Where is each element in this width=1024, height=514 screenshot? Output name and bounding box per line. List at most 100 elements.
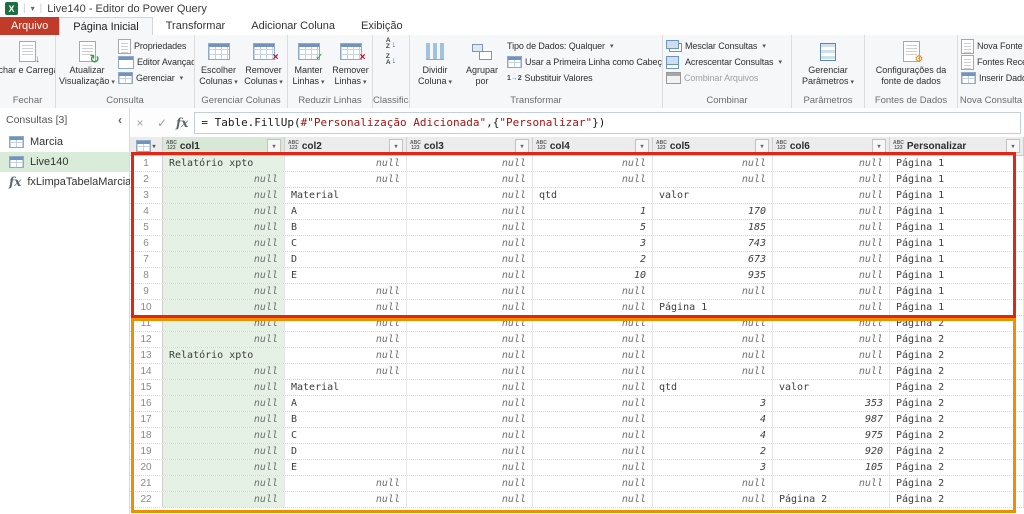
cell[interactable]: null [533, 444, 653, 459]
cell[interactable]: null [163, 444, 285, 459]
gerenciar-parametros-button[interactable]: Gerenciar Parâmetros ▾ [797, 37, 859, 87]
cell[interactable]: null [407, 204, 533, 219]
cell[interactable]: null [163, 252, 285, 267]
cell[interactable]: 3 [653, 396, 773, 411]
cell[interactable]: null [773, 172, 890, 187]
mesclar-consultas-button[interactable]: Mesclar Consultas ▾ [666, 39, 782, 53]
cell[interactable]: Página 2 [890, 476, 1024, 491]
cell[interactable]: null [533, 428, 653, 443]
collapse-pane-icon[interactable]: ‹ [118, 113, 122, 127]
fontes-recentes-button[interactable]: Fontes Recentes [961, 54, 1024, 70]
tab-adicionar-coluna[interactable]: Adicionar Coluna [238, 17, 348, 35]
cell[interactable]: null [653, 172, 773, 187]
row-number[interactable]: 19 [130, 444, 163, 459]
cell[interactable]: null [407, 188, 533, 203]
row-number[interactable]: 2 [130, 172, 163, 187]
cell[interactable]: null [773, 364, 890, 379]
column-type-icon[interactable]: ABC 123 [536, 140, 547, 152]
row-number[interactable]: 13 [130, 348, 163, 363]
row-number[interactable]: 10 [130, 300, 163, 315]
tab-transformar[interactable]: Transformar [153, 17, 239, 35]
cell[interactable]: Página 1 [653, 300, 773, 315]
cell[interactable]: null [407, 444, 533, 459]
cell[interactable]: Página 1 [890, 204, 1024, 219]
cell[interactable]: null [163, 268, 285, 283]
cell[interactable]: null [653, 476, 773, 491]
cell[interactable]: null [163, 332, 285, 347]
cell[interactable]: null [533, 156, 653, 171]
cell[interactable]: A [285, 204, 407, 219]
cell[interactable]: null [533, 316, 653, 331]
filter-dropdown-icon[interactable]: ▾ [389, 139, 403, 153]
cell[interactable]: 185 [653, 220, 773, 235]
row-number[interactable]: 16 [130, 396, 163, 411]
remover-linhas-button[interactable]: × Remover Linhas ▾ [331, 37, 371, 87]
row-number[interactable]: 18 [130, 428, 163, 443]
row-number[interactable]: 11 [130, 316, 163, 331]
cell[interactable]: Página 1 [890, 284, 1024, 299]
cell[interactable]: null [773, 284, 890, 299]
cell[interactable]: null [533, 380, 653, 395]
cell[interactable]: Material [285, 188, 407, 203]
column-header-col3[interactable]: ABC 123 col3 ▾ [407, 137, 533, 155]
cell[interactable]: null [773, 348, 890, 363]
cell[interactable]: 105 [773, 460, 890, 475]
cancel-formula-icon[interactable]: × [132, 116, 148, 130]
cell[interactable]: Página 2 [890, 492, 1024, 507]
cell[interactable]: Relatório xpto [163, 348, 285, 363]
filter-dropdown-icon[interactable]: ▾ [635, 139, 649, 153]
cell[interactable]: null [653, 364, 773, 379]
cell[interactable]: null [163, 492, 285, 507]
cell[interactable]: C [285, 428, 407, 443]
cell[interactable]: null [407, 220, 533, 235]
cell[interactable]: null [285, 476, 407, 491]
nova-fonte-button[interactable]: Nova Fonte▾ [961, 38, 1024, 54]
column-type-icon[interactable]: ABC 123 [410, 140, 421, 152]
column-header-col4[interactable]: ABC 123 col4 ▾ [533, 137, 653, 155]
cell[interactable]: null [407, 364, 533, 379]
filter-dropdown-icon[interactable]: ▾ [755, 139, 769, 153]
gerenciar-button[interactable]: Gerenciar ▾ [118, 71, 194, 85]
cell[interactable]: Página 1 [890, 300, 1024, 315]
cell[interactable]: Página 1 [890, 156, 1024, 171]
sort-ascending-button[interactable]: AZ ↓ [386, 37, 396, 51]
row-number[interactable]: 8 [130, 268, 163, 283]
cell[interactable]: A [285, 396, 407, 411]
quick-access-dropdown-icon[interactable]: ▾ [31, 4, 35, 13]
cell[interactable]: null [407, 300, 533, 315]
cell[interactable]: null [533, 348, 653, 363]
cell[interactable]: Página 2 [890, 396, 1024, 411]
cell[interactable]: null [407, 460, 533, 475]
cell[interactable]: null [285, 316, 407, 331]
row-number[interactable]: 3 [130, 188, 163, 203]
cell[interactable]: Página 2 [890, 316, 1024, 331]
cell[interactable]: null [407, 428, 533, 443]
cell[interactable]: null [773, 300, 890, 315]
row-number[interactable]: 17 [130, 412, 163, 427]
cell[interactable]: null [653, 284, 773, 299]
row-number[interactable]: 20 [130, 460, 163, 475]
cell[interactable]: null [653, 156, 773, 171]
cell[interactable]: 743 [653, 236, 773, 251]
cell[interactable]: null [285, 284, 407, 299]
cell[interactable]: Material [285, 380, 407, 395]
cell[interactable]: null [163, 220, 285, 235]
cell[interactable]: 1 [533, 204, 653, 219]
cell[interactable]: null [163, 204, 285, 219]
sort-descending-button[interactable]: ZA ↓ [386, 53, 396, 67]
tipo-de-dados-button[interactable]: Tipo de Dados: Qualquer ▾ [507, 39, 662, 53]
cell[interactable]: 2 [653, 444, 773, 459]
cell[interactable]: Página 2 [773, 492, 890, 507]
query-item-Live140[interactable]: Live140 [0, 152, 129, 172]
cell[interactable]: null [163, 380, 285, 395]
cell[interactable]: 353 [773, 396, 890, 411]
cell[interactable]: null [407, 476, 533, 491]
cell[interactable]: null [407, 380, 533, 395]
cell[interactable]: null [163, 476, 285, 491]
cell[interactable]: D [285, 252, 407, 267]
row-number[interactable]: 22 [130, 492, 163, 507]
cell[interactable]: valor [773, 380, 890, 395]
filter-dropdown-icon[interactable]: ▾ [872, 139, 886, 153]
cell[interactable]: 3 [653, 460, 773, 475]
cell[interactable]: null [407, 412, 533, 427]
